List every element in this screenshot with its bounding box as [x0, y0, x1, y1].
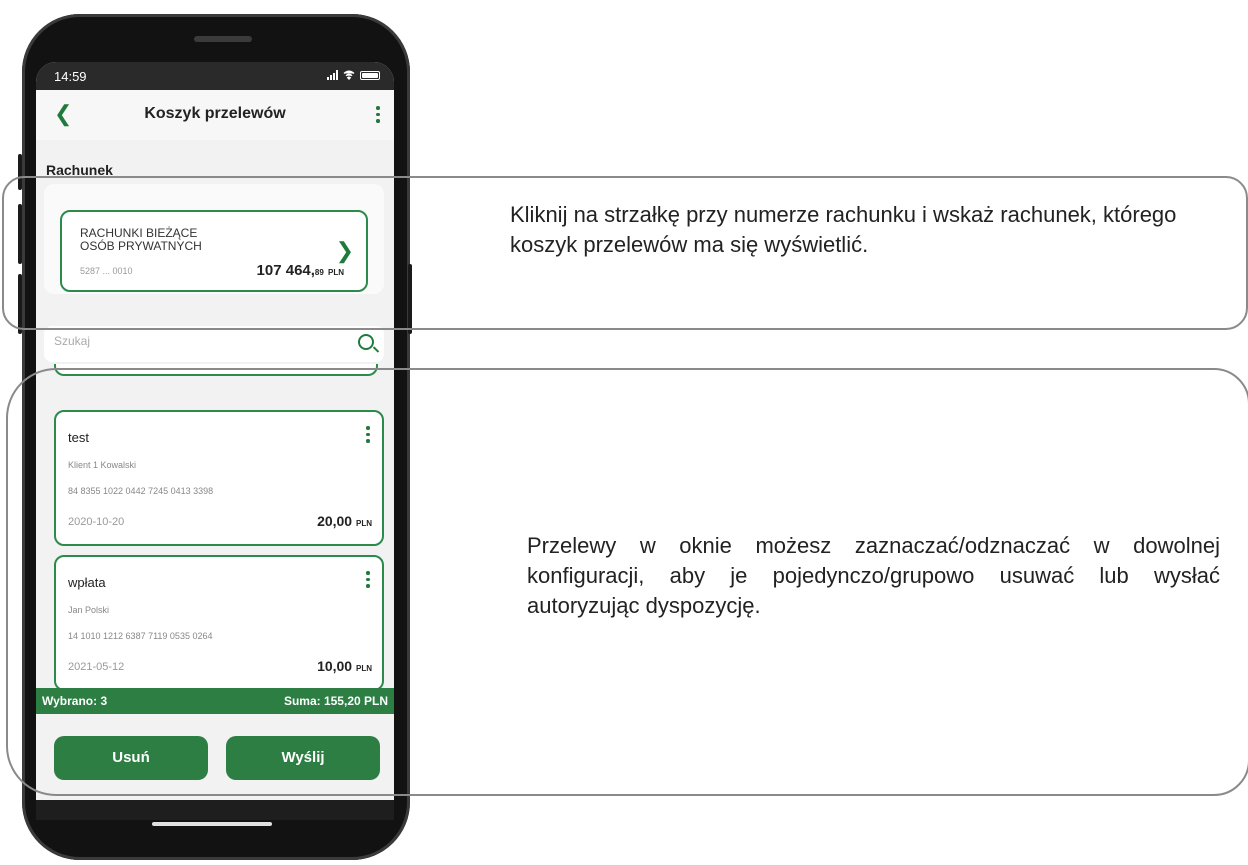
status-time: 14:59: [54, 69, 87, 84]
home-indicator[interactable]: [152, 822, 272, 826]
phone-speaker: [194, 36, 252, 42]
transfers-hint-text: Przelewy w oknie możesz zaznaczać/odznac…: [527, 533, 1220, 618]
status-bar: 14:59: [36, 62, 394, 90]
search-icon[interactable]: [358, 334, 374, 350]
nav-bar: [36, 800, 394, 820]
status-icons: [327, 70, 380, 80]
page-title: Koszyk przelewów: [144, 105, 286, 122]
account-hint-text: Kliknij na strzałkę przy numerze rachunk…: [510, 202, 1177, 257]
search-bar: [44, 326, 384, 362]
app-bar: ❮ Koszyk przelewów: [36, 90, 394, 140]
signal-icon: [327, 70, 338, 80]
wifi-icon: [343, 70, 355, 80]
more-options-icon[interactable]: [376, 106, 380, 126]
search-input[interactable]: [52, 333, 336, 349]
battery-icon: [360, 70, 380, 80]
